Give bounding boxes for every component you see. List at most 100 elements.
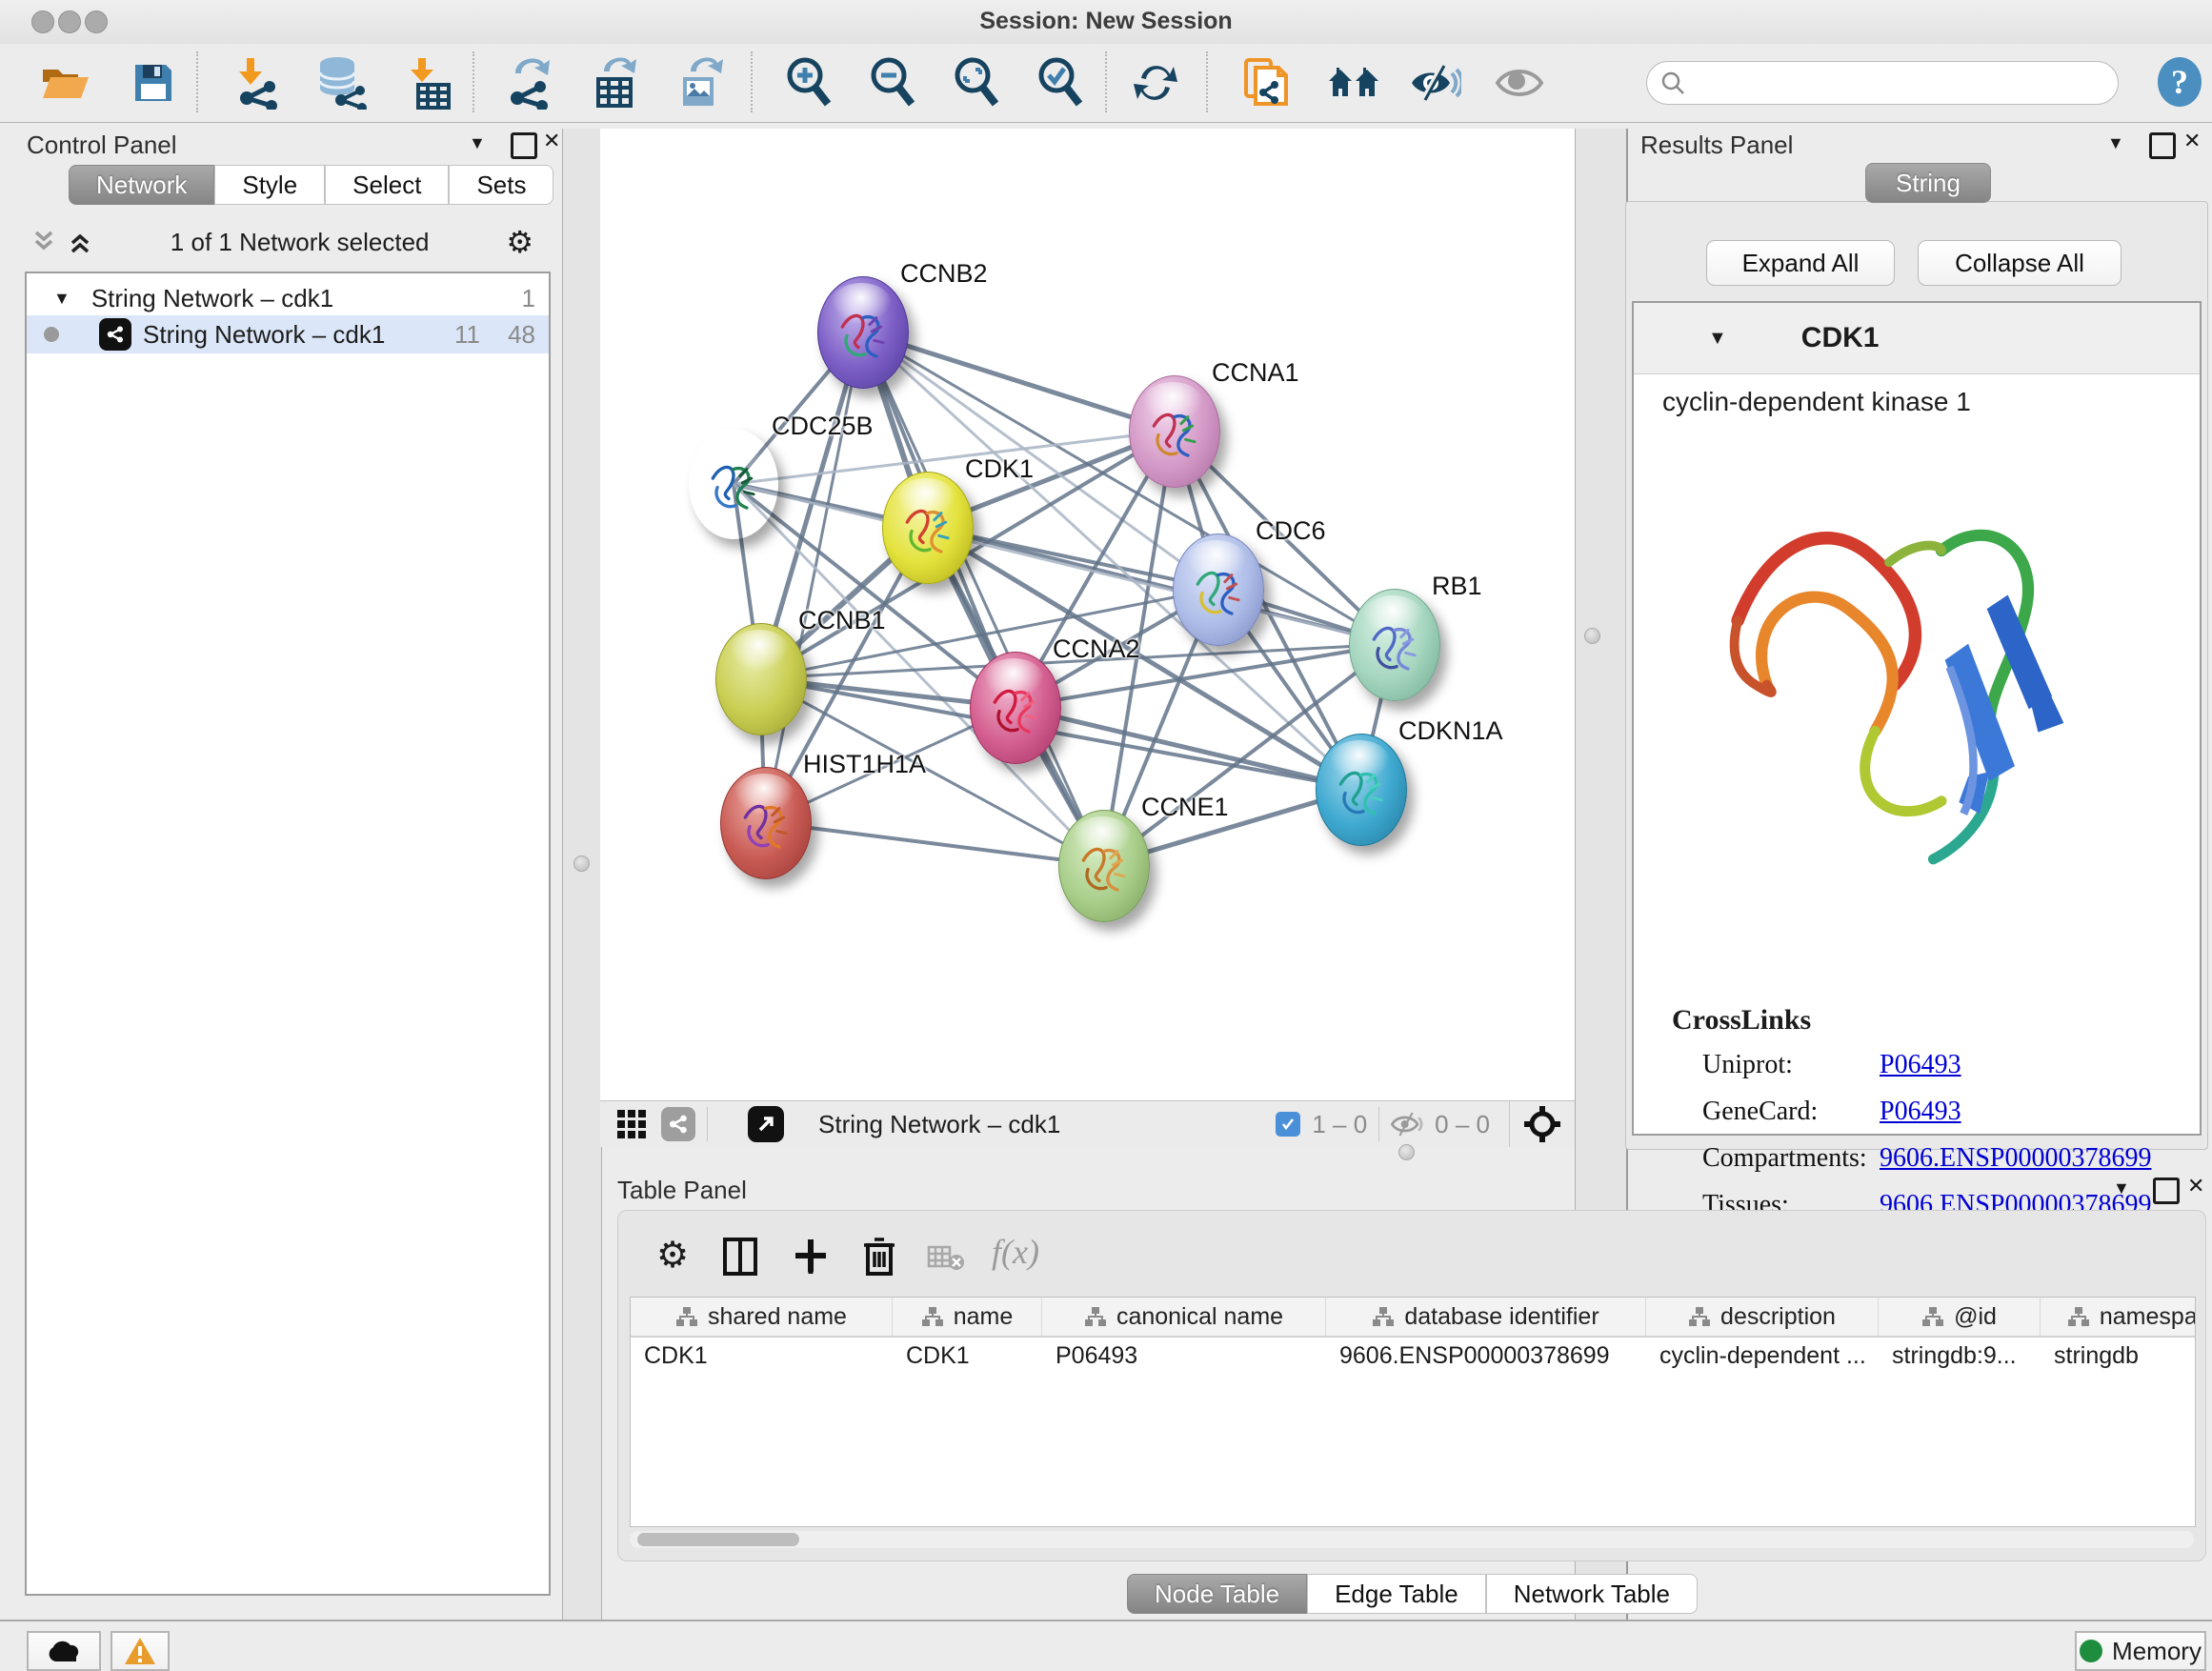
tab-style[interactable]: Style [214, 165, 325, 205]
network-options-gear-icon[interactable]: ⚙ [506, 224, 533, 260]
string-badge-gray-icon[interactable] [661, 1107, 695, 1141]
close-panel-icon[interactable]: ✕ [2187, 1176, 2204, 1197]
zoom-selected-icon[interactable] [1033, 55, 1088, 111]
network-node-CDC6[interactable] [1173, 534, 1264, 646]
network-node-RB1[interactable] [1349, 589, 1440, 701]
show-columns-icon[interactable] [723, 1238, 757, 1276]
zoom-fit-icon[interactable] [949, 55, 1004, 111]
network-node-CDC25B[interactable] [689, 429, 778, 539]
collapse-all-icon[interactable] [30, 229, 57, 255]
export-image-icon[interactable] [673, 55, 728, 111]
table-cell[interactable]: CDK1 [893, 1342, 1042, 1370]
application-window: Session: New Session [0, 0, 2212, 1671]
close-panel-icon[interactable]: ✕ [2183, 131, 2201, 151]
table-cell[interactable]: stringdb:9... [1879, 1342, 2041, 1370]
save-session-icon[interactable] [126, 55, 181, 111]
network-node-HIST1H1A[interactable] [720, 767, 812, 879]
panel-menu-icon[interactable]: ▼ [2113, 1179, 2130, 1197]
float-panel-icon[interactable] [2153, 1178, 2180, 1204]
network-node-CCNB1[interactable] [715, 623, 807, 735]
close-panel-icon[interactable]: ✕ [543, 131, 560, 151]
column-header-@id[interactable]: @id [1879, 1298, 2041, 1336]
birdseye-view-icon[interactable] [615, 1108, 648, 1140]
expand-all-button[interactable]: Expand All [1706, 240, 1895, 286]
column-header-shared-name[interactable]: shared name [631, 1298, 893, 1336]
table-row[interactable]: CDK1CDK1P064939606.ENSP00000378699cyclin… [631, 1338, 2195, 1374]
table-options-gear-icon[interactable]: ⚙ [656, 1234, 689, 1277]
cloud-button[interactable] [27, 1631, 101, 1671]
tab-select[interactable]: Select [325, 165, 449, 205]
left-splitter-handle[interactable] [573, 856, 590, 872]
network-node-CCNA1[interactable] [1129, 375, 1220, 488]
panel-menu-icon[interactable]: ▼ [2107, 134, 2124, 151]
column-header-description[interactable]: description [1646, 1298, 1879, 1336]
add-column-icon[interactable] [792, 1236, 830, 1278]
crosslink-link[interactable]: P06493 [1880, 1097, 1961, 1127]
tab-edge-table[interactable]: Edge Table [1307, 1574, 1486, 1614]
refresh-icon[interactable] [1128, 55, 1183, 111]
import-network-database-icon[interactable] [314, 55, 370, 111]
network-edge[interactable] [765, 822, 1103, 865]
network-list: ▼ String Network – cdk1 1 String Network… [25, 272, 551, 1596]
network-node-CCNB2[interactable] [817, 276, 909, 389]
search-input[interactable] [1685, 69, 2089, 97]
open-in-browser-icon[interactable] [748, 1106, 784, 1142]
tab-network[interactable]: Network [69, 165, 214, 205]
tab-node-table[interactable]: Node Table [1127, 1574, 1307, 1614]
tab-sets[interactable]: Sets [449, 165, 553, 205]
help-button[interactable]: ? [2153, 55, 2206, 109]
float-panel-icon[interactable] [2149, 132, 2176, 159]
tab-network-table[interactable]: Network Table [1486, 1574, 1698, 1614]
import-table-icon[interactable] [402, 55, 457, 111]
hide-selected-icon[interactable] [1408, 55, 1463, 111]
table-cell[interactable]: CDK1 [631, 1342, 893, 1370]
export-table-icon[interactable] [587, 55, 642, 111]
network-collection-row[interactable]: ▼ String Network – cdk1 1 [27, 281, 549, 315]
expand-all-icon[interactable] [67, 229, 93, 255]
right-splitter-handle[interactable] [1584, 628, 1600, 644]
protein-structure-thumbnail [699, 449, 767, 526]
selected-checkbox-icon[interactable] [1276, 1112, 1300, 1137]
collapse-entry-icon[interactable]: ▼ [1708, 328, 1727, 350]
copy-network-icon[interactable] [1238, 55, 1294, 111]
horizontal-scrollbar[interactable] [630, 1531, 2194, 1548]
delete-column-icon[interactable] [862, 1236, 896, 1278]
table-cell[interactable]: cyclin-dependent ... [1646, 1342, 1879, 1370]
network-edge[interactable] [862, 332, 1174, 431]
title-bar: Session: New Session [0, 0, 2212, 44]
float-panel-icon[interactable] [511, 132, 537, 159]
table-cell[interactable]: stringdb [2041, 1342, 2196, 1370]
table-header-row[interactable]: shared namenamecanonical namedatabase id… [631, 1298, 2195, 1338]
network-row-selected[interactable]: String Network – cdk1 11 48 [27, 315, 549, 353]
tab-string[interactable]: String [1865, 163, 1991, 203]
import-network-file-icon[interactable] [231, 55, 286, 111]
crosslink-link[interactable]: P06493 [1880, 1050, 1961, 1080]
memory-button[interactable]: Memory [2075, 1631, 2206, 1671]
network-node-CCNA2[interactable] [970, 652, 1061, 764]
table-cell[interactable]: 9606.ENSP00000378699 [1326, 1342, 1646, 1370]
export-network-icon[interactable] [501, 55, 556, 111]
open-session-icon[interactable] [38, 55, 93, 111]
network-node-CDKN1A[interactable] [1316, 734, 1407, 846]
panel-menu-icon[interactable]: ▼ [469, 134, 486, 151]
node-card-header[interactable]: ▼ CDK1 [1634, 303, 2200, 374]
network-edge[interactable] [862, 332, 1103, 865]
column-header-namespace[interactable]: namespace [2041, 1298, 2196, 1336]
table-cell[interactable]: P06493 [1042, 1342, 1326, 1370]
fit-content-crosshair-icon[interactable] [1523, 1105, 1561, 1143]
collapse-all-button[interactable]: Collapse All [1918, 240, 2122, 286]
scrollbar-thumb[interactable] [637, 1533, 799, 1546]
zoom-in-icon[interactable] [781, 55, 836, 111]
column-header-canonical-name[interactable]: canonical name [1042, 1298, 1326, 1336]
collection-expand-icon[interactable]: ▼ [53, 289, 70, 309]
network-node-CCNE1[interactable] [1058, 810, 1150, 922]
zoom-out-icon[interactable] [865, 55, 920, 111]
first-neighbors-icon[interactable] [1326, 55, 1381, 111]
show-all-icon[interactable] [1492, 55, 1547, 111]
network-node-CDK1[interactable] [882, 472, 974, 584]
column-header-database-identifier[interactable]: database identifier [1326, 1298, 1646, 1336]
network-canvas[interactable]: CCNB2CCNA1CDC25BCDK1CDC6RB1CCNB1CCNA2CDK… [600, 129, 1575, 1100]
left-splitter[interactable] [562, 129, 602, 1620]
column-header-name[interactable]: name [893, 1298, 1042, 1336]
warning-button[interactable] [111, 1631, 170, 1671]
